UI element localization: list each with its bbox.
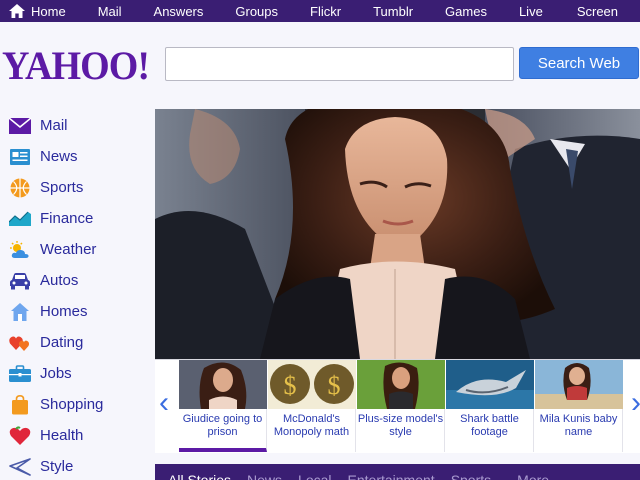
jobs-icon — [9, 364, 31, 384]
carousel-caption: Plus-size model's style — [357, 413, 444, 438]
sidebar-item-label: Autos — [40, 272, 79, 289]
svg-text:$: $ — [328, 371, 341, 400]
sidebar-item-finance[interactable]: Finance — [0, 203, 150, 234]
top-nav-flickr[interactable]: Flickr — [310, 4, 341, 19]
yahoo-logo[interactable]: YAHOO! — [2, 42, 150, 89]
carousel-caption: Shark battle footage — [460, 413, 519, 438]
homes-icon — [9, 302, 31, 322]
sidebar-item-label: Weather — [40, 241, 97, 258]
carousel-thumbnail — [179, 360, 267, 409]
carousel-thumbnail — [535, 360, 623, 409]
tab-all-stories[interactable]: All Stories — [168, 464, 231, 480]
svg-text:$: $ — [284, 371, 297, 400]
top-nav-groups[interactable]: Groups — [235, 4, 278, 19]
style-icon — [9, 457, 31, 477]
carousel-item[interactable]: Shark battle footage — [446, 360, 534, 452]
carousel-caption: Mila Kunis baby name — [539, 413, 618, 438]
stories-tabs: All Stories News Local Entertainment Spo… — [155, 464, 640, 480]
carousel-thumbnail — [446, 360, 534, 409]
top-nav-bar: Home Mail Answers Groups Flickr Tumblr G… — [0, 0, 640, 22]
sidebar-item-label: Shopping — [40, 396, 104, 413]
chevron-left-icon[interactable]: ‹ — [159, 386, 169, 420]
top-nav-home[interactable]: Home — [9, 4, 66, 19]
autos-icon — [9, 271, 31, 291]
carousel-item[interactable]: Giudice going to prison — [179, 360, 267, 452]
top-nav-games[interactable]: Games — [445, 4, 487, 19]
carousel-thumbnail — [357, 360, 445, 409]
chevron-right-icon[interactable]: › — [631, 386, 640, 420]
tab-local[interactable]: Local — [298, 464, 331, 480]
mail-icon — [9, 116, 31, 136]
top-nav-home-label: Home — [31, 3, 66, 19]
sidebar-item-dating[interactable]: Dating — [0, 327, 150, 358]
sidebar-item-label: Finance — [40, 210, 94, 227]
sidebar-item-weather[interactable]: Weather — [0, 234, 150, 265]
hero-photo[interactable] — [155, 109, 640, 359]
sidebar-item-label: Health — [40, 427, 84, 444]
finance-icon — [9, 209, 31, 229]
sidebar-item-label: Mail — [40, 117, 68, 134]
home-icon — [9, 4, 25, 18]
health-icon — [9, 425, 31, 446]
sidebar-item-label: Style — [40, 458, 74, 475]
shopping-icon — [9, 394, 31, 415]
carousel-caption: McDonald's Monopoly math — [273, 413, 350, 438]
sidebar-item-sports[interactable]: Sports — [0, 172, 150, 203]
sidebar-item-shopping[interactable]: Shopping — [0, 389, 150, 420]
carousel-item[interactable]: $ $ McDonald's Monopoly math — [268, 360, 356, 452]
sidebar-item-health[interactable]: Health — [0, 420, 150, 451]
hero-image — [155, 109, 640, 359]
sidebar-item-label: News — [40, 148, 78, 165]
carousel-thumbnail: $ $ — [268, 360, 356, 409]
carousel-item[interactable]: Mila Kunis baby name — [535, 360, 623, 452]
top-nav-answers[interactable]: Answers — [154, 4, 204, 19]
sidebar-item-news[interactable]: News — [0, 141, 150, 172]
sidebar-item-label: Homes — [40, 303, 88, 320]
sidebar-item-mail[interactable]: Mail — [0, 110, 150, 141]
carousel-item[interactable]: Plus-size model's style — [357, 360, 445, 452]
top-nav-screen[interactable]: Screen — [577, 4, 618, 19]
dating-icon — [9, 333, 31, 353]
sidebar-item-label: Sports — [40, 179, 84, 196]
sidebar-item-jobs[interactable]: Jobs — [0, 358, 150, 389]
tab-entertainment[interactable]: Entertainment — [348, 464, 435, 480]
sidebar-item-label: Jobs — [40, 365, 72, 382]
top-nav-live[interactable]: Live — [519, 4, 543, 19]
top-nav-tumblr[interactable]: Tumblr — [373, 4, 413, 19]
carousel-caption: Giudice going to prison — [182, 413, 263, 438]
news-icon — [9, 147, 31, 167]
sidebar: Mail News Sports Finance Weather Autos H… — [0, 110, 150, 480]
top-nav-mail[interactable]: Mail — [98, 4, 122, 19]
sidebar-item-style[interactable]: Style — [0, 451, 150, 480]
weather-icon — [9, 240, 31, 260]
tab-more[interactable]: More — [517, 464, 549, 480]
tab-sports[interactable]: Sports — [451, 464, 491, 480]
sports-icon — [9, 178, 31, 198]
search-input[interactable] — [165, 47, 514, 81]
sidebar-item-homes[interactable]: Homes — [0, 296, 150, 327]
yahoo-homepage: Home Mail Answers Groups Flickr Tumblr G… — [0, 0, 640, 480]
news-carousel: ‹ Giudice going to prison $ $ McDonald's … — [155, 359, 640, 453]
tab-news[interactable]: News — [247, 464, 282, 480]
sidebar-item-label: Dating — [40, 334, 84, 351]
sidebar-item-autos[interactable]: Autos — [0, 265, 150, 296]
search-web-button[interactable]: Search Web — [519, 47, 639, 79]
